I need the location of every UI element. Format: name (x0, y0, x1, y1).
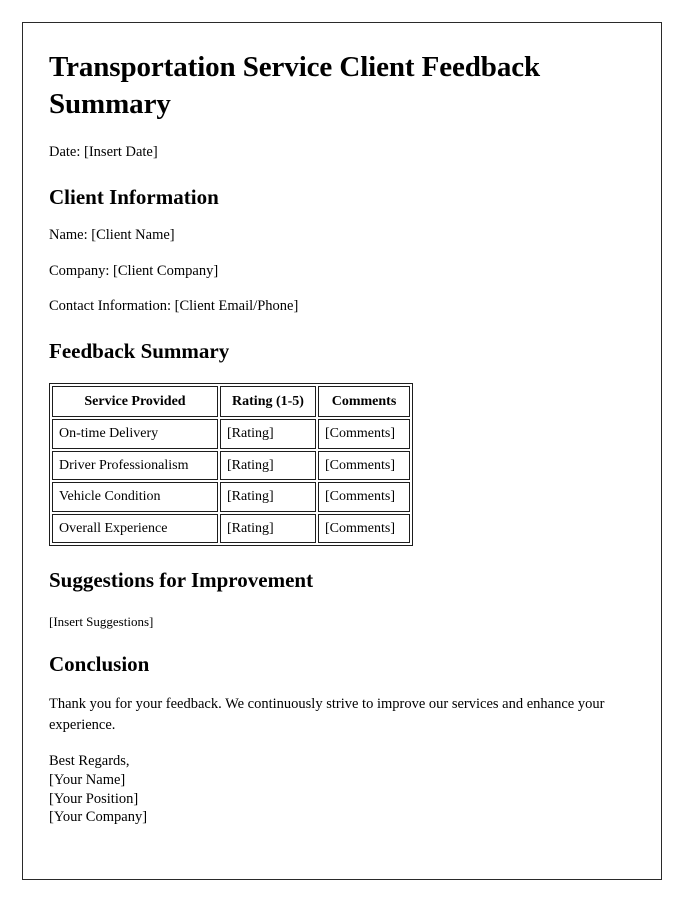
feedback-table: Service Provided Rating (1-5) Comments O… (49, 382, 413, 547)
table-header-service-provided: Service Provided (52, 385, 218, 418)
table-cell-rating[interactable]: [Rating] (220, 482, 316, 512)
signature-position[interactable]: [Your Position] (49, 790, 635, 809)
table-header-row: Service Provided Rating (1-5) Comments (52, 385, 410, 418)
table-cell-comments[interactable]: [Comments] (318, 513, 410, 544)
table-cell-rating[interactable]: [Rating] (220, 450, 316, 481)
document-date-line: Date: [Insert Date] (49, 144, 158, 161)
section-heading-suggestions: Suggestions for Improvement (49, 568, 314, 593)
signature-closing: Best Regards, (49, 753, 130, 770)
suggestions-placeholder[interactable]: [Insert Suggestions] (49, 613, 635, 631)
table-cell-service: Driver Professionalism (52, 450, 218, 481)
table-cell-comments[interactable]: [Comments] (318, 482, 410, 512)
table-cell-service: On-time Delivery (52, 419, 218, 449)
table-cell-service: Vehicle Condition (52, 482, 218, 512)
table-header-rating: Rating (1-5) (220, 385, 316, 418)
table-cell-rating[interactable]: [Rating] (220, 513, 316, 544)
section-heading-client-information: Client Information (49, 184, 219, 209)
table-row: Vehicle Condition [Rating] [Comments] (52, 482, 410, 512)
client-contact-line: Contact Information: [Client Email/Phone… (49, 298, 299, 315)
table-cell-comments[interactable]: [Comments] (318, 419, 410, 449)
signature-company[interactable]: [Your Company] (49, 808, 635, 827)
table-header-comments: Comments (318, 385, 410, 418)
document-page: Transportation Service Client Feedback S… (22, 22, 662, 880)
table-row: Overall Experience [Rating] [Comments] (52, 513, 410, 544)
table-cell-comments[interactable]: [Comments] (318, 450, 410, 481)
signature-name[interactable]: [Your Name] (49, 771, 635, 790)
table-row: Driver Professionalism [Rating] [Comment… (52, 450, 410, 481)
signature-block: Best Regards, [Your Name] [Your Position… (49, 752, 635, 826)
client-name-line: Name: [Client Name] (49, 226, 175, 243)
table-row: On-time Delivery [Rating] [Comments] (52, 419, 410, 449)
table-cell-rating[interactable]: [Rating] (220, 419, 316, 449)
page-title: Transportation Service Client Feedback S… (49, 51, 541, 121)
feedback-table-wrapper: Service Provided Rating (1-5) Comments O… (49, 382, 635, 547)
table-cell-service: Overall Experience (52, 513, 218, 544)
client-company-line: Company: [Client Company] (49, 262, 219, 279)
conclusion-paragraph: Thank you for your feedback. We continuo… (49, 696, 605, 733)
section-heading-feedback-summary: Feedback Summary (49, 338, 230, 363)
section-heading-conclusion: Conclusion (49, 652, 150, 677)
document-body: Transportation Service Client Feedback S… (23, 23, 661, 827)
